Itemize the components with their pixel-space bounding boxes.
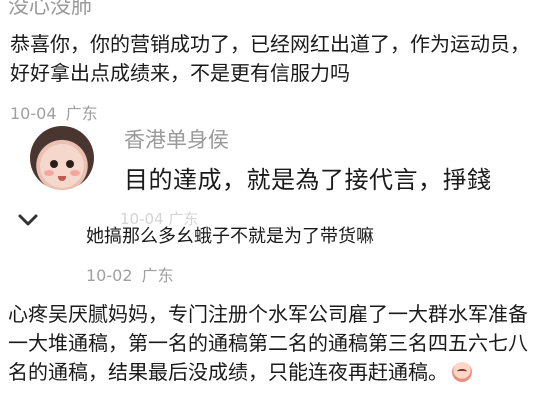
comment-location: 广东 — [141, 266, 174, 285]
comment-username[interactable]: 香港单身侯 — [124, 124, 229, 154]
comment-date: 10-02 — [86, 266, 133, 285]
comment-body: 心疼吴厌腻妈妈，专门注册个水军公司雇了一大群水军准备一大堆通稿，第一名的通稿第二… — [8, 300, 540, 387]
comment-text: 恭喜你，你的营销成功了，已经网红出道了，作为运动员，好好拿出点成绩来，不是更有信… — [10, 32, 530, 85]
avatar[interactable] — [30, 126, 94, 190]
comment-text: 目的達成，就是為了接代言，掙錢 — [124, 166, 492, 194]
comment-username[interactable]: 没心没肺 — [8, 0, 92, 20]
comment-date: 10-04 — [10, 104, 57, 123]
comment-meta: 10-02 广东 — [86, 262, 174, 286]
comment-location: 广东 — [65, 104, 98, 123]
comment-text: 心疼吴厌腻妈妈，专门注册个水军公司雇了一大群水军准备一大堆通稿，第一名的通稿第二… — [8, 302, 528, 384]
comment-meta: 10-04 广东 — [10, 100, 98, 124]
avatar-face — [40, 144, 84, 188]
avatar-cheek — [70, 170, 80, 176]
avatar-eye — [50, 160, 58, 168]
emoji-face-icon — [452, 362, 472, 382]
avatar-eye — [66, 160, 74, 168]
chevron-down-icon[interactable] — [14, 210, 42, 234]
avatar-cheek — [44, 170, 54, 176]
reply-text: 她搞那么多幺蛾子不就是为了带货嘛 — [86, 226, 374, 247]
